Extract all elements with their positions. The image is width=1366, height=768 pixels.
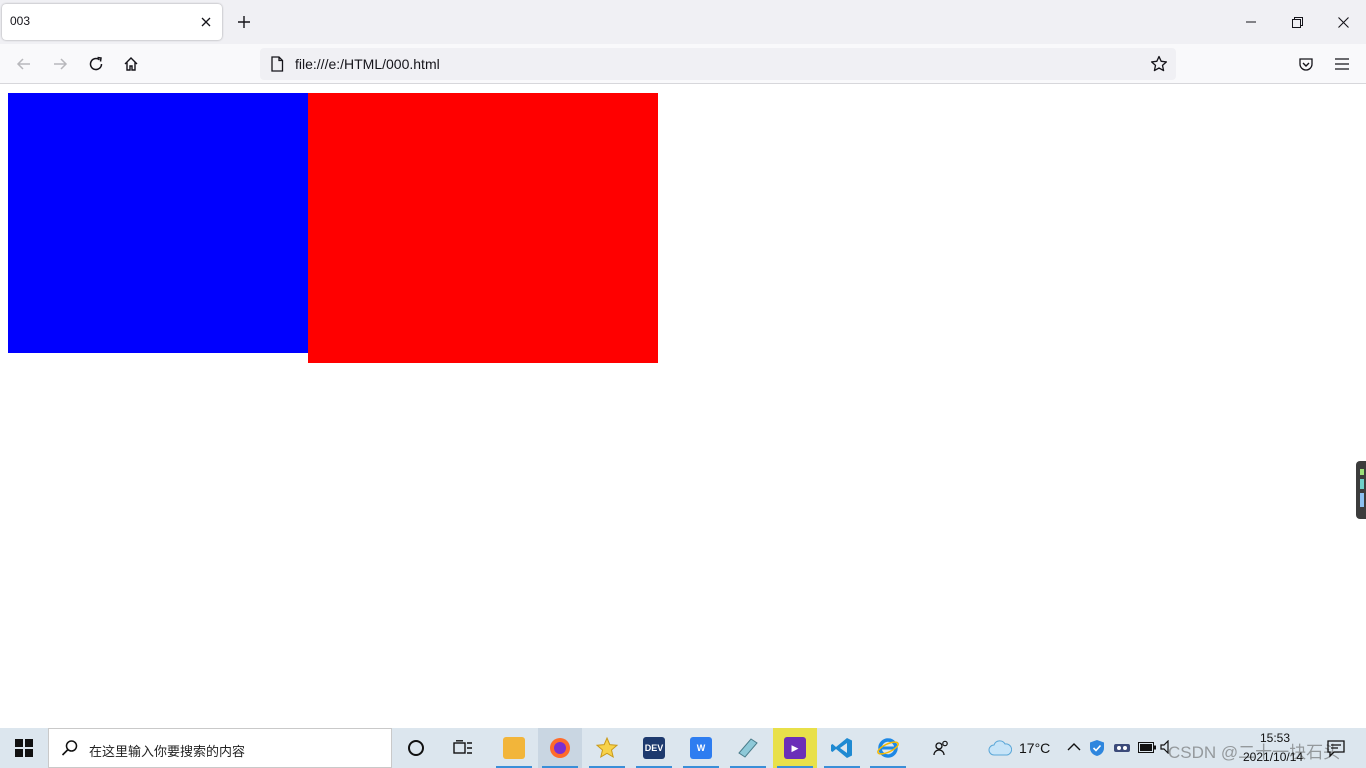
bookmark-button[interactable] [1148, 53, 1170, 75]
file-explorer-button[interactable] [492, 728, 536, 768]
wps-writer-icon: W [690, 737, 712, 759]
home-icon [124, 57, 138, 71]
vscode-button[interactable] [820, 728, 864, 768]
ie-button[interactable] [866, 728, 910, 768]
nav-bar: file:///e:/HTML/000.html [0, 44, 1366, 84]
pocket-button[interactable] [1292, 50, 1320, 78]
tab-current[interactable]: 003 [2, 4, 222, 40]
clock-date[interactable]: 2021/10/14 [1243, 750, 1303, 764]
back-arrow-icon [16, 58, 30, 70]
star-icon [1150, 55, 1168, 72]
tab-title: 003 [10, 14, 31, 28]
hamburger-menu-icon [1335, 58, 1349, 70]
forward-button[interactable] [46, 50, 74, 78]
devcpp-button[interactable]: DEV [632, 728, 676, 768]
chevron-up-icon[interactable] [1067, 742, 1081, 752]
cortana-button[interactable] [394, 728, 438, 768]
close-icon [201, 17, 211, 27]
screen: 003 file:///e:/HTML/000.html 在这里输入你要搜索的内… [0, 0, 1366, 768]
cloud-icon [988, 740, 1012, 756]
people-icon [933, 740, 948, 756]
side-widget-handle[interactable] [1356, 461, 1366, 519]
window-close-button[interactable] [1320, 0, 1366, 44]
tab-strip: 003 [0, 0, 1366, 44]
start-button[interactable] [0, 728, 48, 768]
clock-time[interactable]: 15:53 [1260, 731, 1290, 745]
restore-button[interactable] [1274, 0, 1320, 44]
people-button[interactable] [920, 728, 964, 768]
star-app-icon [595, 736, 619, 759]
page-content [0, 85, 1366, 728]
forward-arrow-icon [54, 58, 68, 70]
restore-icon [1291, 16, 1303, 28]
red-box [308, 93, 658, 363]
tab-close-button[interactable] [196, 12, 216, 32]
url-bar[interactable]: file:///e:/HTML/000.html [260, 48, 1176, 80]
task-view-icon [453, 740, 472, 754]
notebook-app-button[interactable] [726, 728, 770, 768]
task-view-button[interactable] [441, 728, 485, 768]
network-app-icon[interactable] [1113, 741, 1131, 755]
visual-studio-button[interactable]: ▶ [773, 728, 817, 768]
reload-button[interactable] [82, 50, 110, 78]
vscode-icon [831, 738, 852, 758]
pocket-icon [1299, 58, 1313, 71]
close-icon [1337, 16, 1349, 28]
shield-icon[interactable] [1089, 739, 1105, 757]
visual-studio-icon: ▶ [784, 737, 806, 759]
star-app-button[interactable] [585, 728, 629, 768]
folder-icon [503, 737, 525, 759]
cortana-circle-icon [408, 740, 424, 756]
back-button[interactable] [10, 50, 38, 78]
page-icon [271, 56, 284, 72]
minimize-icon [1246, 21, 1256, 23]
weather-temperature[interactable]: 17°C [1019, 740, 1050, 756]
menu-button[interactable] [1328, 50, 1356, 78]
reload-icon [89, 56, 103, 71]
search-icon [61, 740, 78, 756]
plus-icon [238, 16, 250, 28]
search-placeholder: 在这里输入你要搜索的内容 [89, 744, 246, 759]
url-text[interactable]: file:///e:/HTML/000.html [295, 56, 440, 72]
battery-icon[interactable] [1138, 742, 1156, 753]
firefox-button[interactable] [538, 728, 582, 768]
wps-button[interactable]: W [679, 728, 723, 768]
taskbar-search-box[interactable]: 在这里输入你要搜索的内容 [48, 728, 392, 768]
firefox-icon [550, 738, 570, 758]
dev-icon: DEV [643, 737, 665, 759]
blue-box [8, 93, 308, 353]
notification-icon[interactable] [1326, 738, 1346, 758]
taskbar: 在这里输入你要搜索的内容 DEV W ▶ 17°C CSDN @二十一块石头 1… [0, 728, 1366, 768]
notebook-icon [738, 738, 758, 758]
windows-logo-icon [15, 739, 33, 757]
new-tab-button[interactable] [232, 10, 256, 34]
minimize-button[interactable] [1228, 0, 1274, 44]
home-button[interactable] [117, 50, 145, 78]
internet-explorer-icon [877, 738, 899, 758]
